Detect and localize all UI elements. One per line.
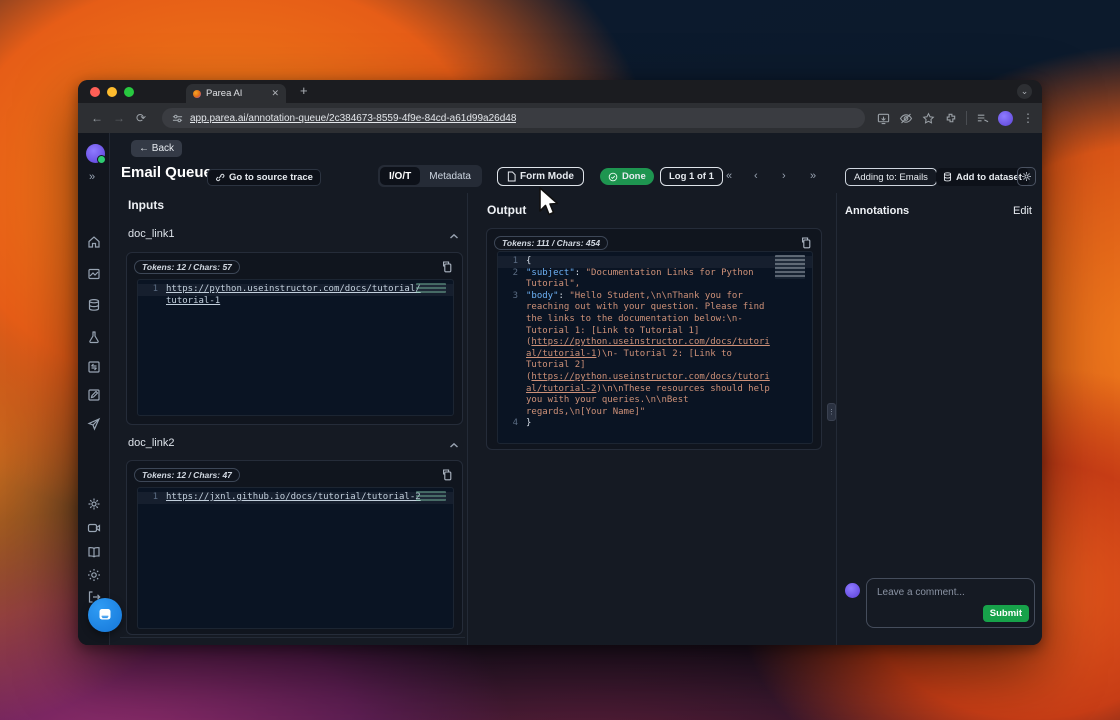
submit-comment-button[interactable]: Submit bbox=[983, 605, 1029, 622]
pager-next-button[interactable]: › bbox=[782, 170, 786, 182]
experiments-icon[interactable] bbox=[87, 330, 101, 344]
traces-icon[interactable] bbox=[87, 267, 101, 281]
browser-window: Parea AI ✕ + ⌄ ← → ⟳ app.parea.ai/annota… bbox=[78, 80, 1042, 645]
mouse-cursor bbox=[536, 186, 562, 218]
database-icon bbox=[943, 172, 952, 182]
panel-resize-handle[interactable]: ⋮ bbox=[827, 403, 836, 421]
input-card: Tokens: 12 / Chars: 57 1https://python.u… bbox=[126, 252, 463, 425]
docs-book-icon[interactable] bbox=[87, 545, 101, 559]
output-card: Tokens: 111 / Chars: 454 1{2"subject": "… bbox=[486, 228, 822, 450]
view-tabs: I/O/T Metadata bbox=[378, 165, 482, 187]
send-to-device-icon[interactable] bbox=[877, 112, 890, 125]
toolbar-divider bbox=[966, 111, 967, 125]
home-icon[interactable] bbox=[87, 235, 101, 249]
collapse-chevron-icon[interactable] bbox=[449, 227, 459, 245]
eye-off-icon[interactable] bbox=[899, 112, 913, 125]
tokens-badge: Tokens: 111 / Chars: 454 bbox=[494, 236, 608, 250]
close-window-button[interactable] bbox=[90, 87, 100, 97]
check-circle-icon bbox=[608, 172, 618, 182]
datasets-icon[interactable] bbox=[87, 298, 101, 312]
toolbar-actions: ⋮ bbox=[877, 111, 1032, 126]
copy-icon[interactable] bbox=[442, 468, 452, 486]
browser-reload-button[interactable]: ⟳ bbox=[132, 111, 150, 125]
queue-settings-button[interactable] bbox=[1017, 167, 1036, 186]
chat-bubble-icon bbox=[97, 607, 113, 623]
deploy-icon[interactable] bbox=[87, 417, 101, 431]
site-settings-icon[interactable] bbox=[172, 113, 183, 124]
desktop: { "browser": { "tab_title": "Parea AI", … bbox=[0, 0, 1120, 720]
sidebar-expand-icon[interactable]: » bbox=[89, 171, 95, 183]
tab-favicon-icon bbox=[193, 90, 201, 98]
compare-icon[interactable] bbox=[87, 360, 101, 374]
browser-menu-icon[interactable]: ⋮ bbox=[1022, 111, 1032, 125]
settings-gear-icon[interactable] bbox=[87, 497, 101, 511]
form-mode-button[interactable]: Form Mode bbox=[497, 167, 584, 186]
pager-first-button[interactable]: « bbox=[726, 170, 732, 182]
pager-last-button[interactable]: » bbox=[810, 170, 816, 182]
edit-annotations-button[interactable]: Edit bbox=[1013, 205, 1032, 217]
tab-title: Parea AI bbox=[206, 88, 266, 99]
bookmark-star-icon[interactable] bbox=[922, 112, 935, 125]
browser-back-button[interactable]: ← bbox=[88, 111, 106, 125]
link-icon bbox=[215, 173, 225, 183]
input-code-editor[interactable]: 1https://python.useinstructor.com/docs/t… bbox=[137, 279, 454, 416]
inputs-bottom-divider bbox=[120, 637, 465, 638]
browser-toolbar: ← → ⟳ app.parea.ai/annotation-queue/2c38… bbox=[78, 103, 1042, 133]
extensions-icon[interactable] bbox=[944, 112, 957, 125]
editor-minimap bbox=[416, 491, 446, 501]
copy-icon[interactable] bbox=[442, 260, 452, 278]
tab-iot[interactable]: I/O/T bbox=[380, 167, 420, 185]
input-code-editor[interactable]: 1https://jxnl.github.io/docs/tutorial/tu… bbox=[137, 487, 454, 629]
comment-box: Submit bbox=[866, 578, 1035, 628]
pager-prev-button[interactable]: ‹ bbox=[754, 170, 758, 182]
tokens-badge: Tokens: 12 / Chars: 57 bbox=[134, 260, 240, 274]
tab-search-button[interactable]: ⌄ bbox=[1017, 84, 1032, 99]
app-sidebar: » bbox=[78, 133, 110, 645]
page-title: Email Queue bbox=[121, 164, 212, 181]
collapse-chevron-icon[interactable] bbox=[449, 436, 459, 454]
done-button[interactable]: Done bbox=[600, 168, 654, 185]
tab-close-icon[interactable]: ✕ bbox=[271, 88, 279, 99]
back-button[interactable]: ← Back bbox=[131, 140, 182, 157]
tab-metadata[interactable]: Metadata bbox=[420, 167, 480, 185]
comment-avatar bbox=[845, 583, 860, 598]
document-icon bbox=[507, 171, 516, 182]
inputs-output-divider bbox=[467, 193, 468, 645]
address-bar[interactable]: app.parea.ai/annotation-queue/2c384673-8… bbox=[162, 108, 865, 128]
output-section-title: Output bbox=[487, 203, 526, 217]
reading-list-icon[interactable] bbox=[976, 112, 989, 124]
go-to-source-trace-button[interactable]: Go to source trace bbox=[207, 169, 321, 186]
url-text: app.parea.ai/annotation-queue/2c384673-8… bbox=[190, 113, 516, 124]
inputs-section-title: Inputs bbox=[128, 198, 164, 212]
new-tab-button[interactable]: + bbox=[300, 83, 308, 98]
output-annotations-divider bbox=[836, 193, 837, 645]
input-field-label: doc_link2 bbox=[128, 437, 174, 449]
theme-sun-icon[interactable] bbox=[87, 568, 101, 582]
chat-widget-button[interactable] bbox=[88, 598, 122, 632]
log-counter-button[interactable]: Log 1 of 1 bbox=[660, 167, 723, 186]
add-to-dataset-button[interactable]: Add to dataset bbox=[936, 168, 1029, 186]
annotations-section-title: Annotations bbox=[845, 205, 909, 217]
input-field-label: doc_link1 bbox=[128, 228, 174, 240]
editor-minimap bbox=[416, 283, 446, 293]
browser-tabstrip: Parea AI ✕ + ⌄ bbox=[78, 80, 1042, 103]
minimize-window-button[interactable] bbox=[107, 87, 117, 97]
browser-profile-avatar[interactable] bbox=[998, 111, 1013, 126]
browser-tab[interactable]: Parea AI ✕ bbox=[186, 84, 286, 103]
zoom-window-button[interactable] bbox=[124, 87, 134, 97]
videos-icon[interactable] bbox=[87, 521, 101, 535]
gear-icon bbox=[1021, 171, 1032, 182]
editor-minimap bbox=[775, 255, 805, 279]
input-card: Tokens: 12 / Chars: 47 1https://jxnl.git… bbox=[126, 460, 463, 635]
user-avatar[interactable] bbox=[86, 144, 105, 163]
browser-forward-button[interactable]: → bbox=[110, 111, 128, 125]
traffic-lights bbox=[90, 87, 134, 97]
output-code-editor[interactable]: 1{2"subject": "Documentation Links for P… bbox=[497, 251, 813, 444]
annotate-icon[interactable] bbox=[87, 388, 101, 402]
adding-to-emails-button[interactable]: Adding to: Emails bbox=[845, 168, 937, 186]
tokens-badge: Tokens: 12 / Chars: 47 bbox=[134, 468, 240, 482]
